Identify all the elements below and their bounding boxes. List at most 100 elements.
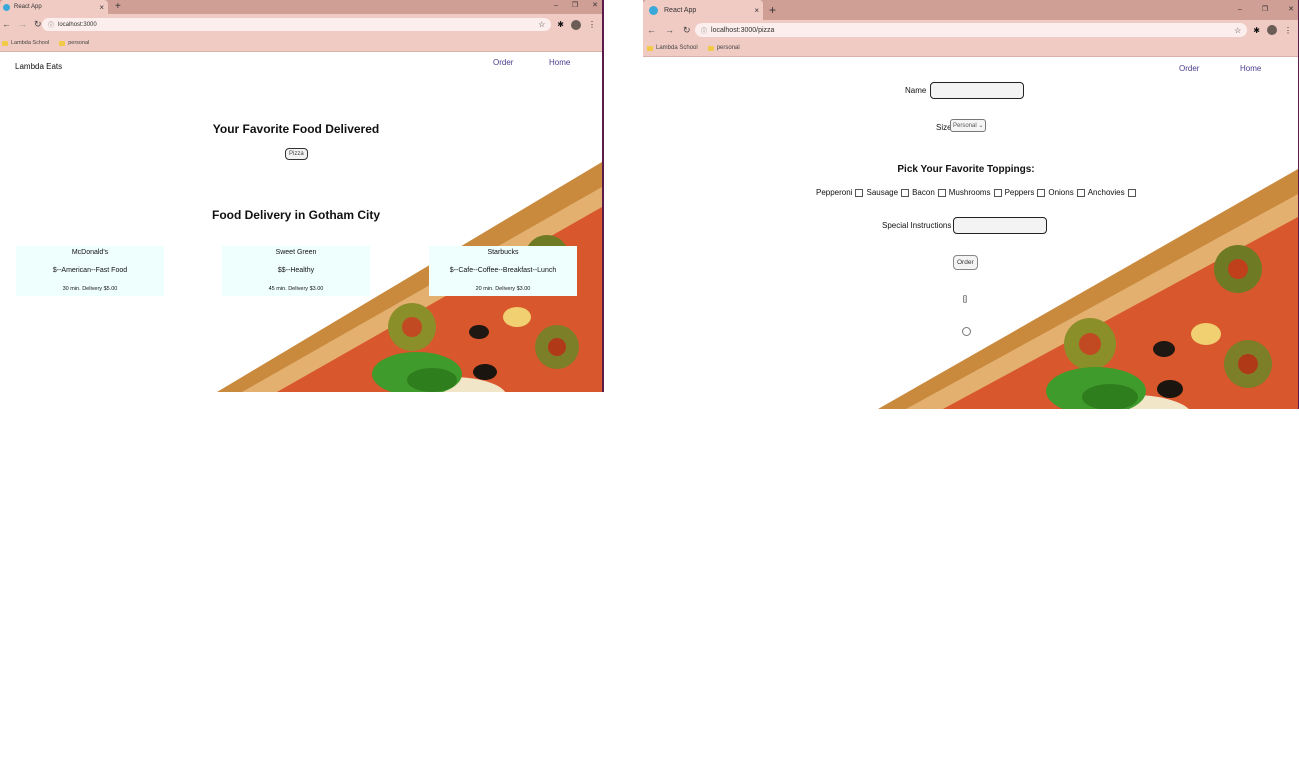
special-instructions-label: Special Instructions [882, 221, 952, 230]
form-output-text: [] [963, 296, 967, 303]
restaurant-card[interactable]: McDonald's $--American--Fast Food 30 min… [16, 246, 164, 296]
topping-label: Pepperoni [816, 188, 853, 197]
section-title: Food Delivery in Gotham City [211, 208, 381, 222]
folder-icon [2, 40, 8, 46]
topping-checkbox-sausage[interactable] [901, 188, 910, 197]
url-input[interactable]: ⓘ localhost:3000 ☆ [42, 18, 552, 31]
folder-icon [707, 45, 714, 51]
restaurant-card[interactable]: Sweet Green $$--Healthy 45 min. Delivery… [222, 246, 370, 296]
restaurant-desc: $--Cafe--Coffee--Breakfast--Lunch [449, 267, 557, 274]
topping-checkbox-bacon[interactable] [937, 188, 946, 197]
close-tab-icon[interactable]: × [754, 6, 759, 15]
topping-checkbox-pepperoni[interactable] [855, 188, 864, 197]
special-instructions-input[interactable] [953, 217, 1047, 234]
new-tab-button[interactable]: + [115, 0, 121, 14]
bookmark-label: personal [716, 45, 740, 51]
close-tab-icon[interactable]: × [99, 3, 104, 12]
restaurant-desc: $$--Healthy [277, 267, 315, 274]
nav-order-link[interactable]: Order [1179, 64, 1199, 73]
new-tab-button[interactable]: + [769, 0, 776, 20]
restaurant-card[interactable]: Starbucks $--Cafe--Coffee--Breakfast--Lu… [429, 246, 577, 296]
restaurant-delivery: 20 min. Delivery $3.00 [475, 286, 531, 292]
address-bar-row: ← → ↻ ⓘ localhost:3000/pizza ☆ ✱ ⋮ [643, 20, 1298, 40]
size-selected-value: Personal [953, 123, 977, 129]
topping-checkbox-anchovies[interactable] [1127, 188, 1136, 197]
brand-logo-text: Lambda Eats [15, 62, 63, 71]
browser-tab[interactable]: React App × [0, 0, 108, 14]
back-arrow-icon[interactable]: ← [2, 19, 11, 30]
react-favicon-icon [649, 5, 658, 15]
topping-label: Peppers [1004, 188, 1035, 197]
toppings-row: Pepperoni Sausage Bacon Mushrooms Pepper… [816, 188, 1136, 197]
browser-window-home: React App × + – ❐ ✕ ← → ↻ ⓘ localhost:30… [0, 0, 604, 392]
restore-icon[interactable]: ❐ [572, 0, 578, 12]
close-window-icon[interactable]: ✕ [592, 0, 598, 12]
nav-home-link[interactable]: Home [549, 58, 570, 67]
topping-label: Anchovies [1087, 188, 1125, 197]
page-viewport: Lambda Eats Order Home Your Favorite Foo… [0, 52, 602, 392]
reload-icon[interactable]: ↻ [34, 19, 42, 30]
url-input[interactable]: ⓘ localhost:3000/pizza ☆ [695, 23, 1248, 37]
back-arrow-icon[interactable]: ← [647, 25, 656, 36]
bookmark-lambda-school[interactable]: Lambda School [2, 40, 49, 46]
bookmark-label: personal [68, 40, 90, 46]
window-controls: – ❐ ✕ [554, 0, 598, 12]
topping-checkbox-mushrooms[interactable] [993, 188, 1002, 197]
nav-home-link[interactable]: Home [1240, 64, 1261, 73]
avatar[interactable] [571, 19, 581, 30]
menu-dots-icon[interactable]: ⋮ [1284, 26, 1292, 35]
bookmark-personal[interactable]: personal [59, 40, 89, 46]
pizza-button[interactable]: Pizza [285, 148, 308, 160]
window-controls: – ❐ ✕ [1238, 0, 1294, 20]
menu-dots-icon[interactable]: ⋮ [588, 20, 596, 29]
bookmarks-bar: Lambda School personal [643, 40, 1298, 57]
bookmark-personal[interactable]: personal [707, 45, 740, 51]
name-input[interactable] [930, 82, 1024, 99]
reload-icon[interactable]: ↻ [683, 25, 691, 36]
forward-arrow-icon[interactable]: → [18, 19, 27, 30]
tab-strip: React App × + – ❐ ✕ [0, 0, 602, 14]
folder-icon [647, 45, 653, 51]
info-icon[interactable]: ⓘ [48, 20, 54, 29]
size-select[interactable]: Personal ⌄ [950, 119, 987, 132]
browser-window-pizza: React App × + – ❐ ✕ ← → ↻ ⓘ localhost:30… [643, 0, 1299, 409]
topping-label: Mushrooms [948, 188, 991, 197]
restore-icon[interactable]: ❐ [1262, 0, 1268, 20]
bookmark-label: Lambda School [656, 45, 698, 51]
topping-label: Sausage [866, 188, 899, 197]
folder-icon [59, 40, 66, 46]
star-icon[interactable]: ☆ [1234, 26, 1241, 35]
restaurant-delivery: 30 min. Delivery $5.00 [62, 286, 118, 292]
toppings-title: Pick Your Favorite Toppings: [897, 164, 1035, 175]
restaurant-name: Sweet Green [275, 249, 317, 256]
extensions-icon[interactable]: ✱ [557, 20, 564, 29]
bookmarks-bar: Lambda School personal [0, 35, 602, 52]
tab-title: React App [14, 4, 42, 10]
nav-order-link[interactable]: Order [493, 58, 513, 67]
minimize-icon[interactable]: – [1238, 0, 1242, 20]
address-bar-row: ← → ↻ ⓘ localhost:3000 ☆ ✱ ⋮ [0, 14, 602, 35]
extensions-icon[interactable]: ✱ [1253, 26, 1260, 35]
browser-tab[interactable]: React App × [643, 0, 763, 20]
info-icon[interactable]: ⓘ [701, 26, 707, 35]
hero-title: Your Favorite Food Delivered [212, 122, 380, 136]
tab-strip: React App × + – ❐ ✕ [643, 0, 1298, 20]
minimize-icon[interactable]: – [554, 0, 558, 12]
tab-title: React App [664, 6, 697, 14]
url-text: localhost:3000/pizza [711, 26, 775, 34]
restaurant-desc: $--American--Fast Food [52, 267, 128, 274]
restaurant-name: Starbucks [487, 249, 519, 256]
topping-checkbox-onions[interactable] [1076, 188, 1085, 197]
url-text: localhost:3000 [58, 21, 97, 28]
close-window-icon[interactable]: ✕ [1288, 0, 1294, 20]
radio-button[interactable] [962, 327, 971, 336]
restaurant-delivery: 45 min. Delivery $3.00 [268, 286, 324, 292]
forward-arrow-icon[interactable]: → [665, 25, 674, 36]
star-icon[interactable]: ☆ [538, 20, 545, 29]
order-button[interactable]: Order [953, 255, 978, 270]
topping-checkbox-peppers[interactable] [1037, 188, 1046, 197]
bookmark-lambda-school[interactable]: Lambda School [647, 45, 698, 51]
name-label: Name [905, 86, 927, 95]
pizza-image [878, 169, 1298, 409]
avatar[interactable] [1267, 25, 1277, 35]
